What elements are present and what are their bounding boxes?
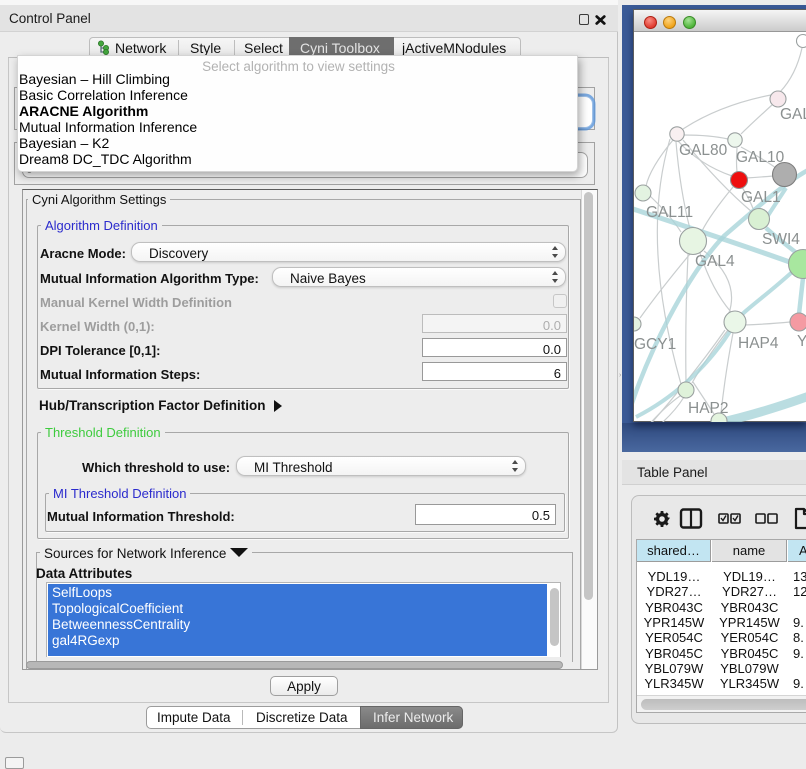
- svg-text:GAL1: GAL1: [741, 189, 781, 206]
- svg-text:GAL80: GAL80: [679, 142, 728, 159]
- svg-text:HAP2: HAP2: [688, 400, 729, 417]
- svg-text:SWI4: SWI4: [762, 231, 800, 248]
- svg-text:GAL10: GAL10: [736, 149, 785, 166]
- svg-text:GAL11: GAL11: [646, 204, 693, 221]
- svg-text:GCY1: GCY1: [634, 336, 676, 353]
- svg-text:GAL: GAL: [780, 106, 806, 123]
- svg-text:HAP4: HAP4: [738, 335, 779, 352]
- svg-text:Y: Y: [797, 333, 806, 350]
- svg-text:GAL4: GAL4: [695, 253, 735, 270]
